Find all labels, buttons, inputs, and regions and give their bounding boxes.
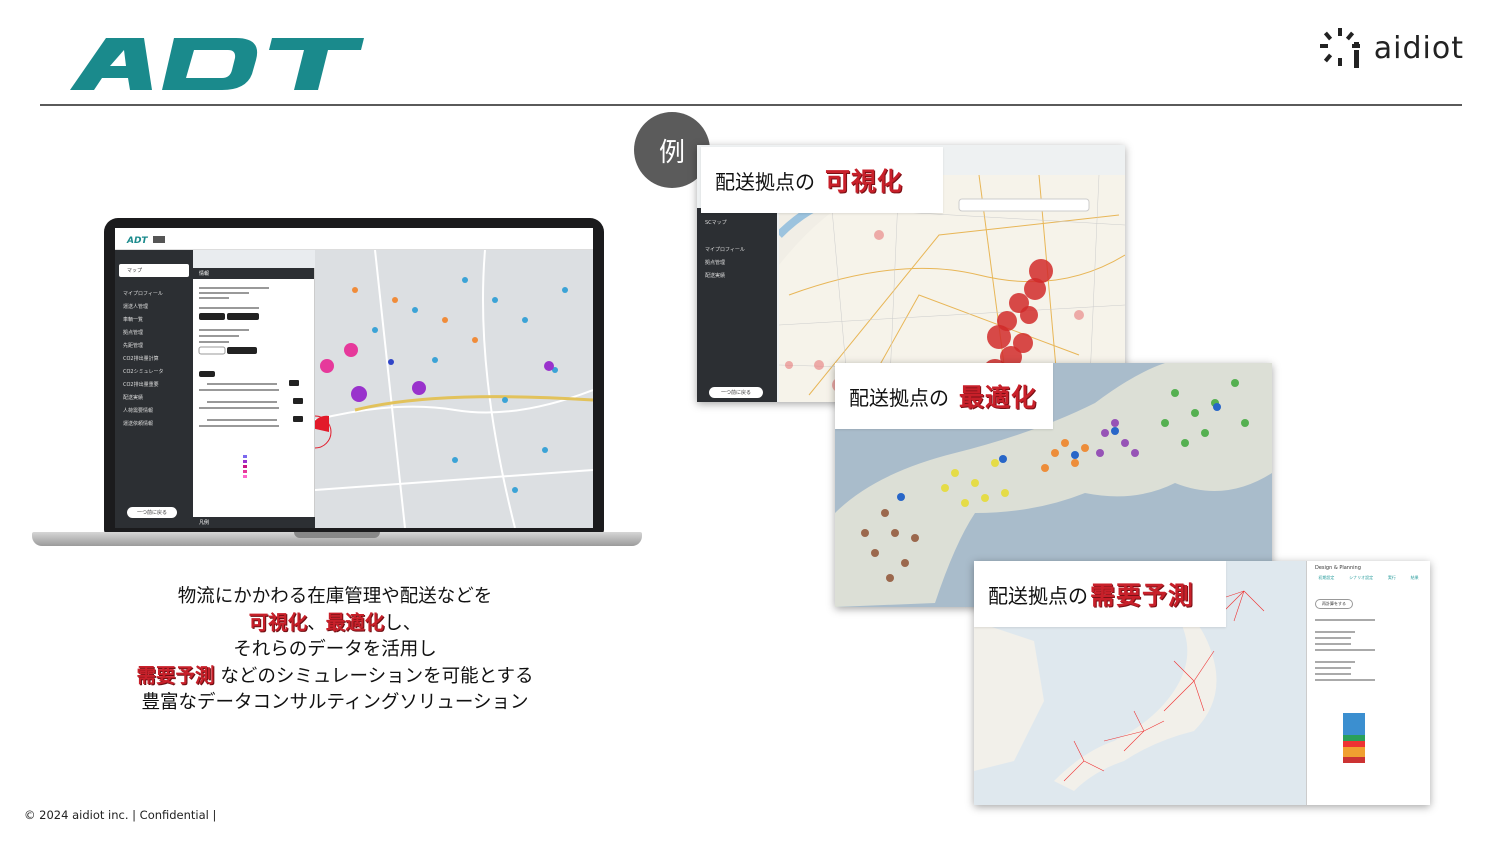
card1-sidebar-scmap[interactable]: SCマップ	[697, 216, 777, 229]
info-panel: 情報 凡例	[193, 268, 315, 528]
sidebar-item-carriers[interactable]: 運送人管理	[115, 300, 193, 313]
copy-line-4: 需要予測 などのシミュレーションを可能とする	[100, 663, 570, 690]
sidebar-item-co2-sim[interactable]: CO2シミュレータ	[115, 365, 193, 378]
step-result[interactable]: 結果	[1411, 575, 1419, 581]
app-sidebar: マップ マイプロフィール 運送人管理 車輌一覧 拠点管理 先距管理 CO2排出量…	[115, 250, 193, 528]
main-description: 物流にかかわる在庫管理や配送などを 可視化、最適化し、 それらのデータを活用し …	[100, 584, 570, 716]
copy-line-2: 可視化、最適化し、	[100, 610, 570, 637]
map-graphic	[298, 249, 593, 528]
header-divider	[40, 104, 1462, 106]
step-run[interactable]: 実行	[1388, 575, 1396, 581]
copy-em-forecast: 需要予測	[136, 664, 215, 687]
sidebar-item-demand[interactable]: 人荷需要情報	[115, 404, 193, 417]
sidebar-item-co2-calc[interactable]: CO2排出量計算	[115, 352, 193, 365]
card1-sidebar-bases[interactable]: 拠点管理	[697, 256, 777, 269]
sidebar-item-deliveries[interactable]: 配送実績	[115, 391, 193, 404]
copy-separator: 、	[307, 613, 326, 634]
sidebar-item-destinations[interactable]: 先距管理	[115, 339, 193, 352]
copy-line-1: 物流にかかわる在庫管理や配送などを	[177, 586, 493, 607]
footer-copyright: © 2024 aidiot inc. | Confidential |	[24, 808, 217, 822]
card1-label-plain: 配送拠点の	[715, 169, 815, 194]
card3-label-emphasis: 需要予測	[1090, 581, 1195, 610]
copy-em-visualization: 可視化	[248, 611, 308, 634]
card1-sidebar-deliveries[interactable]: 配送実績	[697, 269, 777, 282]
aidiot-logo: aidiot	[1318, 26, 1464, 70]
info-panel-title: 情報	[193, 268, 314, 279]
app-logo: ADT	[126, 236, 165, 246]
sidebar-item-map[interactable]: マップ	[119, 264, 189, 277]
card2-label: 配送拠点の 最適化	[835, 363, 1053, 429]
aidiot-mark-icon	[1319, 28, 1360, 68]
card1-sidebar: SCマップ マイプロフィール 拠点管理 配送実績 一つ前に戻る	[697, 208, 777, 402]
sidebar-item-bases[interactable]: 拠点管理	[115, 326, 193, 339]
sidebar-item-co2-key[interactable]: CO2排出量重要	[115, 378, 193, 391]
copy-line-4-tail: などのシミュレーションを可能とする	[220, 666, 534, 687]
card2-label-emphasis: 最適化	[959, 383, 1038, 412]
card1-label: 配送拠点の 可視化	[701, 147, 943, 213]
copy-line-5: 豊富なデータコンサルティングソリューション	[141, 692, 529, 713]
aidiot-wordmark: aidiot	[1373, 30, 1464, 66]
laptop-screen: ADT マップ マイプロフィール 運送人管理 車輌一覧 拠点管理 先距管理 CO…	[115, 228, 593, 528]
card3-label: 配送拠点の 需要予測	[974, 561, 1226, 627]
sidebar-item-profile[interactable]: マイプロフィール	[115, 287, 193, 300]
card-demand-forecast: Design & Planning 初期設定 シナリオ設定 実行 結果 再計算を…	[974, 561, 1430, 805]
copy-line-3: それらのデータを活用し	[233, 639, 437, 660]
card1-sidebar-profile[interactable]: マイプロフィール	[697, 243, 777, 256]
copy-em-optimization: 最適化	[325, 611, 385, 634]
card1-back-button[interactable]: 一つ前に戻る	[709, 387, 764, 398]
laptop-mockup: ADT マップ マイプロフィール 運送人管理 車輌一覧 拠点管理 先距管理 CO…	[32, 218, 642, 554]
card3-label-plain: 配送拠点の	[988, 583, 1088, 608]
legend-bar[interactable]: 凡例	[193, 517, 315, 528]
map-view[interactable]	[298, 249, 593, 528]
sidebar-item-vehicles[interactable]: 車輌一覧	[115, 313, 193, 326]
app-header: ADT	[115, 228, 593, 250]
planning-title: Design & Planning	[1315, 565, 1361, 571]
info-panel-content	[198, 287, 303, 478]
adt-logo-graphic	[70, 38, 364, 90]
planning-panel-content	[1315, 619, 1375, 763]
card3-planning-panel: Design & Planning 初期設定 シナリオ設定 実行 結果 再計算を…	[1306, 561, 1430, 805]
copy-line-2-tail: し、	[384, 613, 422, 634]
step-scenario[interactable]: シナリオ設定	[1349, 575, 1373, 581]
step-initial[interactable]: 初期設定	[1318, 575, 1334, 581]
card2-label-plain: 配送拠点の	[849, 385, 949, 410]
planning-steps: 初期設定 シナリオ設定 実行 結果	[1307, 575, 1430, 581]
adt-logo	[66, 34, 366, 94]
laptop-notch	[294, 532, 380, 538]
back-button[interactable]: 一つ前に戻る	[127, 507, 178, 518]
sidebar-item-requests[interactable]: 運送依頼情報	[115, 417, 193, 430]
svg-text:ADT: ADT	[126, 236, 148, 246]
recalculate-button[interactable]: 再計算をする	[1315, 599, 1353, 609]
card1-label-emphasis: 可視化	[825, 167, 904, 196]
